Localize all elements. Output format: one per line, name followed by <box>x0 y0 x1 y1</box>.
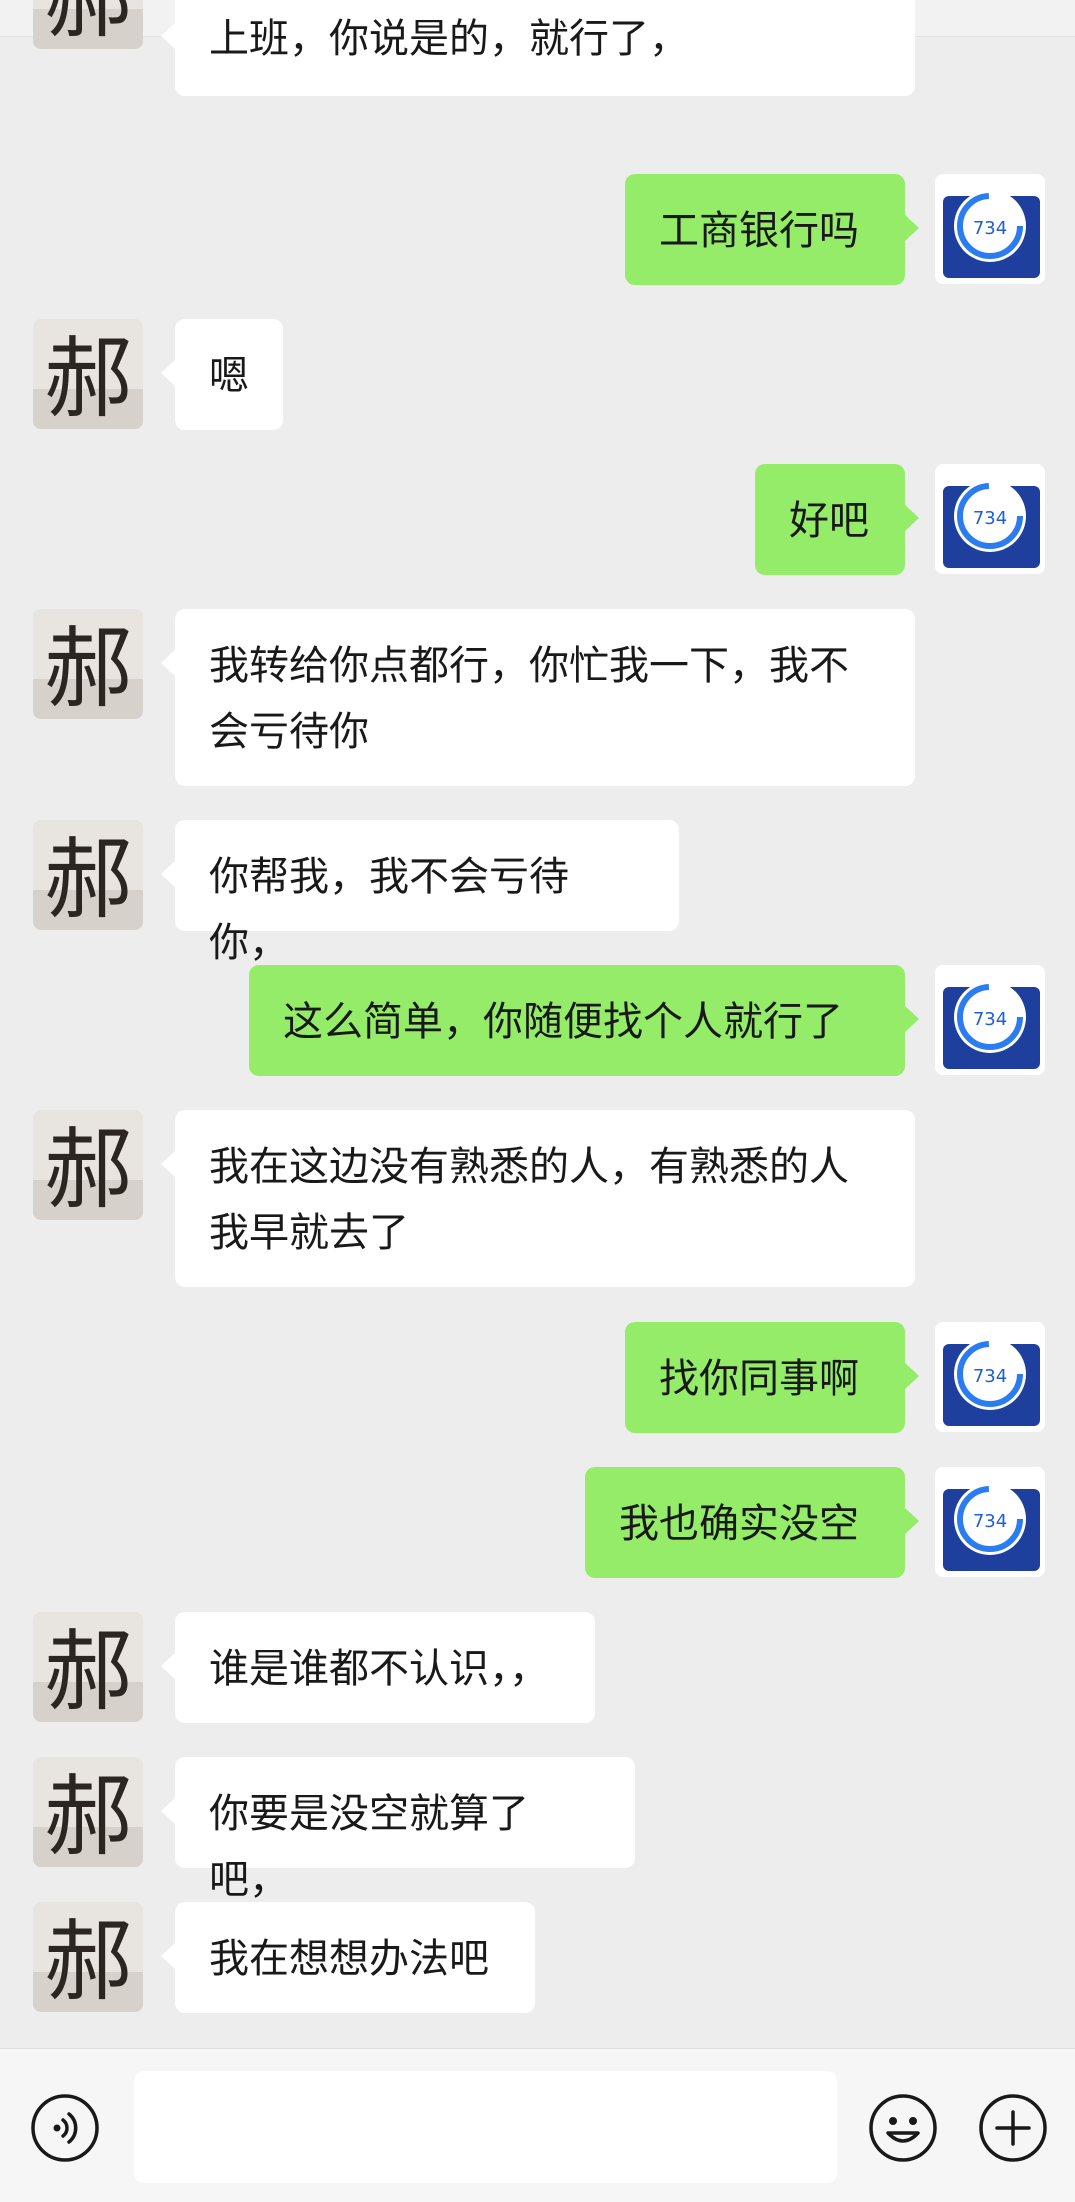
avatar-self[interactable]: 734 <box>935 174 1045 284</box>
message-row-received: 郝 嗯 <box>0 319 1075 431</box>
message-bubble-sent[interactable]: 这么简单，你随便找个人就行了 <box>249 965 919 1076</box>
avatar[interactable]: 郝 <box>33 0 143 49</box>
message-row-received: 郝 我在想想办法吧 <box>0 1902 1075 2014</box>
message-bubble-sent[interactable]: 好吧 <box>755 464 919 575</box>
message-row-sent: 找你同事啊 734 <box>0 1322 1075 1434</box>
message-bubble-received[interactable]: 上班，你说是的，就行了， <box>161 0 915 96</box>
message-row-received: 郝 我在这边没有熟悉的人，有熟悉的人 我早就去了 <box>0 1110 1075 1288</box>
message-row-received: 郝 谁是谁都不认识，， <box>0 1612 1075 1724</box>
svg-text:郝: 郝 <box>44 327 132 429</box>
svg-text:734: 734 <box>973 508 1007 529</box>
message-bubble-sent[interactable]: 找你同事啊 <box>625 1322 919 1433</box>
svg-text:郝: 郝 <box>44 0 132 49</box>
svg-text:郝: 郝 <box>44 1765 132 1867</box>
avatar[interactable]: 郝 <box>33 1757 143 1867</box>
svg-text:734: 734 <box>973 218 1007 239</box>
message-row-sent: 这么简单，你随便找个人就行了 734 <box>0 965 1075 1077</box>
svg-text:734: 734 <box>973 1366 1007 1387</box>
message-bubble-received[interactable]: 嗯 <box>161 319 283 430</box>
message-row-received: 郝 我转给你点都行，你忙我一下，我不 会亏待你 <box>0 609 1075 787</box>
svg-text:郝: 郝 <box>44 617 132 719</box>
message-row-received: 郝 上班，你说是的，就行了， <box>0 0 1075 145</box>
input-bar <box>0 2048 1075 2202</box>
message-input[interactable] <box>134 2071 837 2183</box>
emoji-icon[interactable] <box>868 2093 938 2163</box>
message-bubble-received[interactable]: 你要是没空就算了吧， <box>161 1757 635 1903</box>
svg-text:734: 734 <box>973 1511 1007 1532</box>
message-bubble-sent[interactable]: 我也确实没空 <box>585 1467 919 1578</box>
avatar[interactable]: 郝 <box>33 820 143 930</box>
credit-score-gauge-avatar-icon: 734 <box>935 1322 1045 1432</box>
message-bubble-received[interactable]: 我转给你点都行，你忙我一下，我不 会亏待你 <box>161 609 915 786</box>
calligraphy-character-avatar-icon: 郝 <box>33 820 143 930</box>
message-row-sent: 我也确实没空 734 <box>0 1467 1075 1579</box>
avatar-self[interactable]: 734 <box>935 1467 1045 1577</box>
message-bubble-received[interactable]: 你帮我，我不会亏待你， <box>161 820 679 966</box>
credit-score-gauge-avatar-icon: 734 <box>935 965 1045 1075</box>
message-row-sent: 好吧 734 <box>0 464 1075 576</box>
message-bubble-received[interactable]: 我在这边没有熟悉的人，有熟悉的人 我早就去了 <box>161 1110 915 1287</box>
svg-text:734: 734 <box>973 1009 1007 1030</box>
avatar-self[interactable]: 734 <box>935 965 1045 1075</box>
message-bubble-sent[interactable]: 工商银行吗 <box>625 174 919 285</box>
credit-score-gauge-avatar-icon: 734 <box>935 464 1045 574</box>
avatar-self[interactable]: 734 <box>935 464 1045 574</box>
message-row-received: 郝 你帮我，我不会亏待你， <box>0 820 1075 966</box>
calligraphy-character-avatar-icon: 郝 <box>33 1757 143 1867</box>
credit-score-gauge-avatar-icon: 734 <box>935 1467 1045 1577</box>
message-bubble-received[interactable]: 谁是谁都不认识，， <box>161 1612 595 1723</box>
message-bubble-received[interactable]: 我在想想办法吧 <box>161 1902 535 2013</box>
message-row-sent: 工商银行吗 734 <box>0 174 1075 286</box>
voice-icon[interactable] <box>30 2093 100 2163</box>
svg-text:郝: 郝 <box>44 1910 132 2012</box>
avatar[interactable]: 郝 <box>33 1902 143 2012</box>
calligraphy-character-avatar-icon: 郝 <box>33 319 143 429</box>
avatar-self[interactable]: 734 <box>935 1322 1045 1432</box>
svg-text:郝: 郝 <box>44 828 132 930</box>
avatar[interactable]: 郝 <box>33 1110 143 1220</box>
calligraphy-character-avatar-icon: 郝 <box>33 609 143 719</box>
calligraphy-character-avatar-icon: 郝 <box>33 1902 143 2012</box>
plus-icon[interactable] <box>978 2093 1048 2163</box>
credit-score-gauge-avatar-icon: 734 <box>935 174 1045 284</box>
svg-text:郝: 郝 <box>44 1118 132 1220</box>
calligraphy-character-avatar-icon: 郝 <box>33 0 143 49</box>
calligraphy-character-avatar-icon: 郝 <box>33 1110 143 1220</box>
message-row-received: 郝 你要是没空就算了吧， <box>0 1757 1075 1903</box>
avatar[interactable]: 郝 <box>33 609 143 719</box>
calligraphy-character-avatar-icon: 郝 <box>33 1612 143 1722</box>
avatar[interactable]: 郝 <box>33 1612 143 1722</box>
avatar[interactable]: 郝 <box>33 319 143 429</box>
chat-screen: 郝 上班，你说是的，就行了， 工商银行吗 734 郝 嗯 <box>0 0 1075 2202</box>
svg-text:郝: 郝 <box>44 1620 132 1722</box>
